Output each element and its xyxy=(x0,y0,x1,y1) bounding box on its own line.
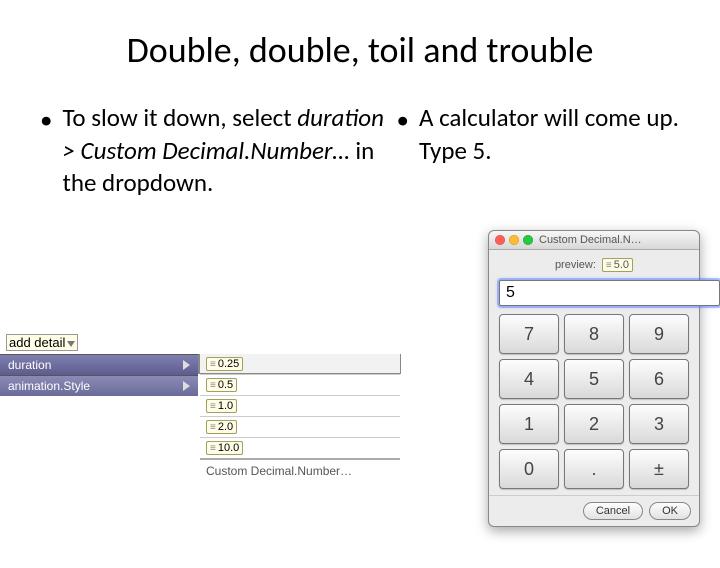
chevron-right-icon xyxy=(183,381,190,391)
key-0[interactable]: 0 xyxy=(499,449,559,489)
key-decimal[interactable]: . xyxy=(564,449,624,489)
slide-title: Double, double, toil and trouble xyxy=(0,28,720,72)
key-1[interactable]: 1 xyxy=(499,404,559,444)
submenu-option[interactable]: 1.0 xyxy=(200,395,400,416)
close-icon[interactable] xyxy=(495,235,505,245)
chevron-down-icon xyxy=(67,341,75,347)
key-9[interactable]: 9 xyxy=(629,314,689,354)
dialog-footer: Cancel OK xyxy=(489,495,699,526)
preview-value: 5.0 xyxy=(602,258,633,272)
submenu-option[interactable]: 0.25 xyxy=(200,354,400,374)
key-5[interactable]: 5 xyxy=(564,359,624,399)
window-title-text: Custom Decimal.N… xyxy=(539,234,642,246)
menu-item-animation-style[interactable]: animation.Style xyxy=(0,375,198,396)
left-bullet: • To slow it down, select duration > Cus… xyxy=(40,102,387,200)
label: duration xyxy=(8,358,51,372)
chevron-right-icon xyxy=(183,360,190,370)
add-detail-dropdown[interactable]: add detail xyxy=(6,334,78,351)
right-bullet: • A calculator will come up. Type 5. xyxy=(397,102,681,167)
columns: • To slow it down, select duration > Cus… xyxy=(0,102,720,200)
bullet-dot-icon: • xyxy=(40,104,52,200)
value-token: 2.0 xyxy=(206,420,237,434)
submenu-option[interactable]: 10.0 xyxy=(200,437,400,458)
left-column: • To slow it down, select duration > Cus… xyxy=(40,102,397,200)
key-4[interactable]: 4 xyxy=(499,359,559,399)
text-span: To slow it down, select xyxy=(62,102,297,133)
key-6[interactable]: 6 xyxy=(629,359,689,399)
cancel-button[interactable]: Cancel xyxy=(583,502,643,520)
calculator-window: Custom Decimal.N… preview: 5.0 ← 7 8 9 4… xyxy=(488,230,700,527)
keypad: 7 8 9 4 5 6 1 2 3 0 . ± xyxy=(499,314,689,489)
property-panel: duration animation.Style xyxy=(0,354,199,374)
add-detail-label: add detail xyxy=(9,335,65,350)
calculator-screenshot: Custom Decimal.N… preview: 5.0 ← 7 8 9 4… xyxy=(488,230,700,527)
value-token: 0.25 xyxy=(206,357,243,371)
traffic-lights xyxy=(495,235,533,245)
key-8[interactable]: 8 xyxy=(564,314,624,354)
preview-label: preview: xyxy=(555,259,596,271)
key-3[interactable]: 3 xyxy=(629,404,689,444)
key-7[interactable]: 7 xyxy=(499,314,559,354)
menu-item-duration[interactable]: duration xyxy=(0,354,198,375)
value-token: 1.0 xyxy=(206,399,237,413)
right-bullet-text: A calculator will come up. Type 5. xyxy=(419,102,680,167)
label: animation.Style xyxy=(8,379,90,393)
submenu-custom-decimal[interactable]: Custom Decimal.Number… xyxy=(200,458,400,482)
ok-button[interactable]: OK xyxy=(649,502,691,520)
key-plusminus[interactable]: ± xyxy=(629,449,689,489)
left-bullet-text: To slow it down, select duration > Custo… xyxy=(62,102,386,200)
submenu-option[interactable]: 0.5 xyxy=(200,374,400,395)
value-token: 0.5 xyxy=(206,378,237,392)
key-2[interactable]: 2 xyxy=(564,404,624,444)
minimize-icon[interactable] xyxy=(509,235,519,245)
alice-menu-screenshot: add detail duration animation.Style 0.25… xyxy=(0,333,410,374)
calculator-input[interactable] xyxy=(499,280,720,306)
preview-row: preview: 5.0 xyxy=(499,258,689,272)
submenu-option[interactable]: 2.0 xyxy=(200,416,400,437)
duration-submenu: 0.25 0.5 1.0 2.0 10.0 Custom Decimal.Num… xyxy=(199,354,401,374)
window-titlebar: Custom Decimal.N… xyxy=(489,231,699,250)
bullet-dot-icon: • xyxy=(397,104,409,167)
zoom-icon[interactable] xyxy=(523,235,533,245)
value-token: 10.0 xyxy=(206,441,243,455)
right-column: • A calculator will come up. Type 5. xyxy=(397,102,681,200)
